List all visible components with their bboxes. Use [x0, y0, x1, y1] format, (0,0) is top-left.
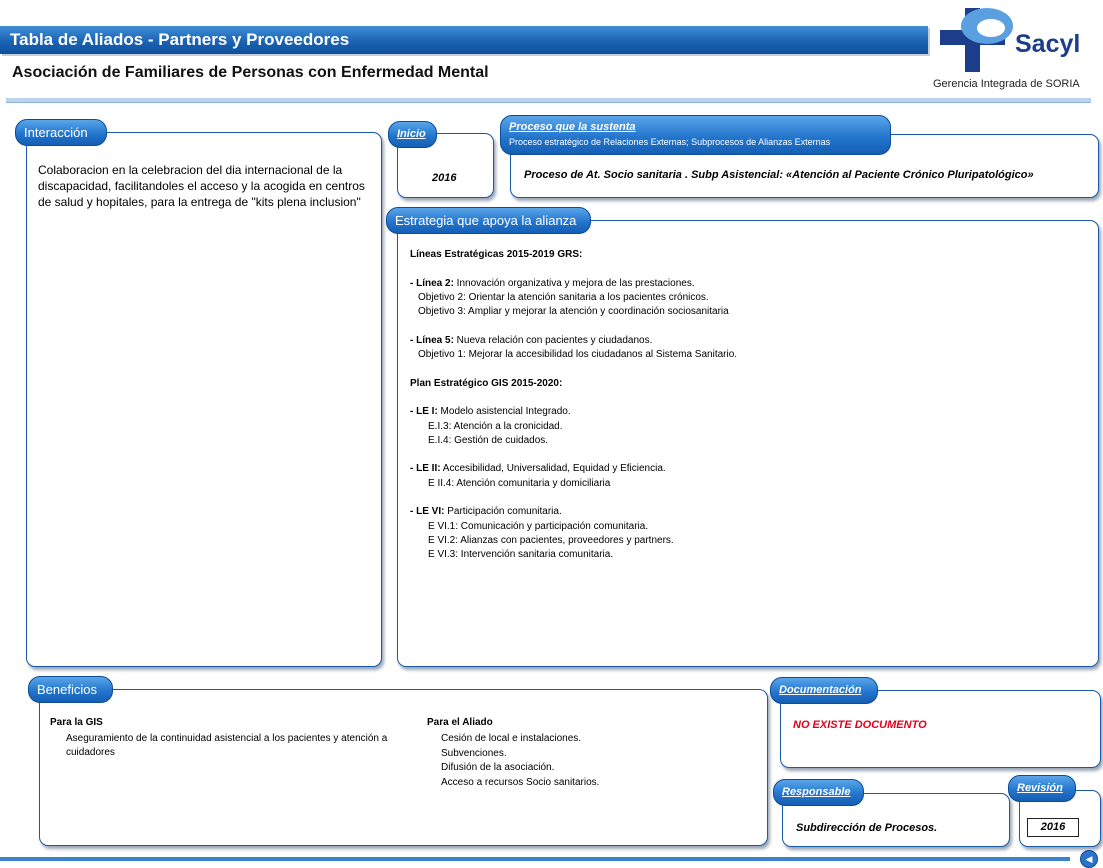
estrategia-line-bold: - LE I: — [410, 406, 438, 418]
back-button[interactable]: ◀ — [1080, 850, 1098, 868]
interaccion-box: Colaboracion en la celebracion del dia i… — [26, 132, 382, 667]
beneficios-aliado-item: Subvenciones. — [441, 747, 507, 759]
estrategia-line: Líneas Estratégicas 2015-2019 GRS: — [410, 248, 1090, 262]
estrategia-line-text: Objetivo 3: Ampliar y mejorar la atenció… — [418, 306, 729, 318]
beneficios-aliado-list: Cesión de local e instalaciones. Subvenc… — [441, 732, 599, 790]
estrategia-line-text: E VI.3: Intervención sanitaria comunitar… — [428, 549, 614, 561]
beneficios-box: Para la GIS Aseguramiento de la continui… — [39, 689, 768, 846]
header-divider — [6, 98, 1091, 103]
estrategia-line: - Línea 2: Innovación organizativa y mej… — [410, 277, 1090, 291]
estrategia-line: Plan Estratégico GIS 2015-2020: — [410, 377, 1090, 391]
estrategia-line: E VI.2: Alianzas con pacientes, proveedo… — [410, 534, 1090, 548]
estrategia-line-bold: - LE VI: — [410, 506, 445, 518]
estrategia-line — [410, 391, 1090, 405]
responsable-value: Subdirección de Procesos. — [796, 822, 938, 834]
revision-value: 2016 — [1027, 818, 1079, 837]
tab-interaccion: Interacción — [15, 119, 107, 146]
beneficios-aliado-item: Acceso a recursos Socio sanitarios. — [441, 776, 600, 788]
interaccion-text: Colaboracion en la celebracion del dia i… — [38, 163, 365, 209]
tab-estrategia: Estrategia que apoya la alianza — [386, 207, 591, 234]
tab-beneficios-label: Beneficios — [37, 682, 97, 697]
estrategia-line: E II.4: Atención comunitaria y domicilia… — [410, 477, 1090, 491]
beneficios-aliado-item: Cesión de local e instalaciones. — [441, 733, 582, 744]
estrategia-line-bold: - Línea 2: — [410, 277, 454, 289]
tab-estrategia-label: Estrategia que apoya la alianza — [395, 213, 577, 228]
beneficios-aliado-item: Difusión de la asociación. — [441, 762, 555, 773]
estrategia-line: E VI.3: Intervención sanitaria comunitar… — [410, 548, 1090, 562]
tab-proceso[interactable]: Proceso que la sustenta Proceso estratég… — [500, 115, 891, 155]
estrategia-line-bold: - Línea 5: — [410, 334, 454, 346]
beneficios-gis-title: Para la GIS — [50, 717, 103, 728]
tab-inicio[interactable]: Inicio — [388, 121, 437, 148]
estrategia-line — [410, 362, 1090, 376]
inicio-value: 2016 — [432, 172, 457, 184]
estrategia-line-bold: Plan Estratégico GIS 2015-2020: — [410, 377, 563, 389]
estrategia-line: E VI.1: Comunicación y participación com… — [410, 520, 1090, 534]
estrategia-line — [410, 448, 1090, 462]
estrategia-line-bold: - LE II: — [410, 463, 441, 475]
footer-line — [0, 857, 1070, 861]
tab-beneficios: Beneficios — [28, 676, 113, 703]
estrategia-line: - LE I: Modelo asistencial Integrado. — [410, 405, 1090, 419]
estrategia-line-text: Objetivo 1: Mejorar la accesibilidad los… — [418, 349, 738, 361]
tab-inicio-label[interactable]: Inicio — [397, 128, 426, 140]
proceso-value: Proceso de At. Socio sanitaria . Subp As… — [524, 169, 1034, 181]
tab-documentacion-label[interactable]: Documentación — [779, 684, 862, 696]
estrategia-line: Objetivo 1: Mejorar la accesibilidad los… — [410, 348, 1090, 362]
logo-text: Sacyl — [1015, 30, 1081, 58]
documentacion-value: NO EXISTE DOCUMENTO — [793, 719, 927, 731]
back-arrow-icon: ◀ — [1085, 854, 1093, 864]
tab-responsable-label[interactable]: Responsable — [782, 786, 850, 798]
estrategia-line-text: Accesibilidad, Universalidad, Equidad y … — [440, 463, 666, 475]
estrategia-line: Objetivo 3: Ampliar y mejorar la atenció… — [410, 305, 1090, 319]
tab-responsable[interactable]: Responsable — [773, 779, 864, 806]
estrategia-line: E.I.4: Gestión de cuidados. — [410, 434, 1090, 448]
page-title: Tabla de Aliados - Partners y Proveedore… — [10, 30, 350, 49]
estrategia-line: Objetivo 2: Orientar la atención sanitar… — [410, 291, 1090, 305]
estrategia-line — [410, 319, 1090, 333]
estrategia-line-text: E VI.2: Alianzas con pacientes, proveedo… — [428, 534, 674, 546]
estrategia-line-text: E II.4: Atención comunitaria y domicilia… — [428, 477, 611, 489]
estrategia-line-text: Innovación organizativa y mejora de las … — [453, 277, 695, 289]
logo-subtitle: Gerencia Integrada de SORIA — [933, 78, 1080, 90]
estrategia-line: - LE II: Accesibilidad, Universalidad, E… — [410, 462, 1090, 476]
estrategia-line-text: E VI.1: Comunicación y participación com… — [428, 520, 649, 532]
estrategia-line: - Línea 5: Nueva relación con pacientes … — [410, 334, 1090, 348]
estrategia-line — [410, 262, 1090, 276]
title-bar: Tabla de Aliados - Partners y Proveedore… — [0, 26, 928, 54]
estrategia-line-text: E.I.3: Atención a la cronicidad. — [428, 420, 563, 432]
tab-proceso-sublabel: Proceso estratégico de Relaciones Extern… — [509, 137, 831, 147]
tab-revision-label[interactable]: Revisión — [1017, 782, 1063, 794]
sacyl-cross-logo-icon — [940, 8, 1013, 72]
beneficios-aliado-title: Para el Aliado — [427, 717, 493, 728]
tab-documentacion[interactable]: Documentación — [770, 677, 878, 704]
estrategia-line-text: Participación comunitaria. — [444, 506, 562, 518]
estrategia-line: - LE VI: Participación comunitaria. — [410, 505, 1090, 519]
estrategia-line-bold: Líneas Estratégicas 2015-2019 GRS: — [410, 249, 583, 260]
tab-interaccion-label: Interacción — [24, 125, 88, 140]
estrategia-line: E.I.3: Atención a la cronicidad. — [410, 420, 1090, 434]
beneficios-gis-text: Aseguramiento de la continuidad asistenc… — [66, 733, 388, 758]
estrategia-line-text: Nueva relación con pacientes y ciudadano… — [453, 334, 653, 346]
tab-proceso-label[interactable]: Proceso que la sustenta — [509, 121, 636, 133]
estrategia-lines: Líneas Estratégicas 2015-2019 GRS: - Líne… — [410, 248, 1090, 563]
page-subtitle: Asociación de Familiares de Personas con… — [12, 64, 489, 81]
estrategia-line — [410, 491, 1090, 505]
estrategia-line-text: Modelo asistencial Integrado. — [437, 406, 571, 418]
estrategia-line-text: Objetivo 2: Orientar la atención sanitar… — [418, 291, 709, 303]
estrategia-line-text: E.I.4: Gestión de cuidados. — [428, 434, 549, 446]
tab-revision[interactable]: Revisión — [1008, 775, 1076, 802]
estrategia-box: Líneas Estratégicas 2015-2019 GRS: - Líne… — [397, 220, 1099, 667]
